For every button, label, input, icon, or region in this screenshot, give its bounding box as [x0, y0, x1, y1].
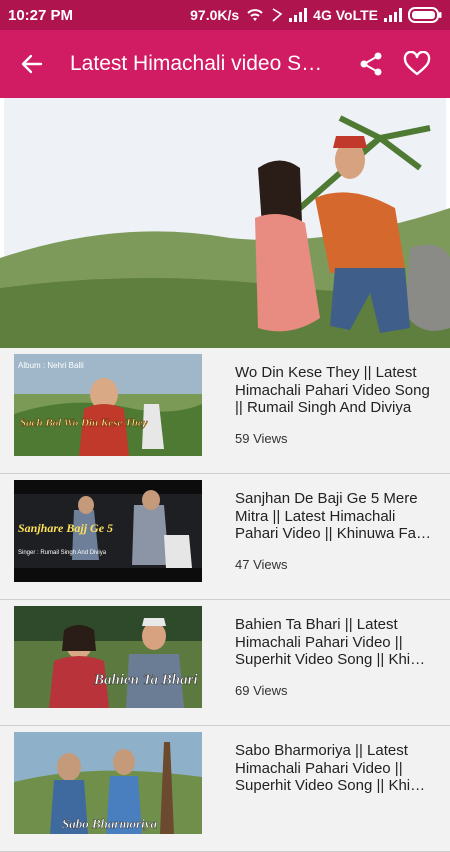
video-thumbnail: Sabo Bharmoriya [14, 732, 202, 834]
wifi-icon [247, 9, 263, 21]
thumbnail-caption: Sabo Bharmoriya [62, 816, 157, 831]
thumbnail-image: Sabo Bharmoriya [14, 732, 202, 834]
share-icon [360, 52, 382, 76]
video-thumbnail: Bahien Ta Bhari [14, 606, 202, 708]
thumbnail-caption: Sach Bol Wo Din Kese They [20, 417, 148, 429]
thumbnail-image: Album : Nehri Balli Sach Bol Wo Din Kese… [14, 354, 202, 456]
favorite-button[interactable] [394, 30, 440, 98]
thumbnail-sub-text: Singer : Rumail Singh And Diviya [18, 550, 107, 556]
video-title: Bahien Ta Bhari || Latest Himachali Paha… [235, 616, 426, 668]
video-list-item[interactable]: Sabo Bharmoriya Sabo Bharmoriya || Lates… [0, 726, 450, 852]
app-bar: Latest Himachali video S… [0, 30, 450, 98]
video-views: 69 Views [235, 683, 288, 698]
thumbnail-caption: Sanjhare Bajj Ge 5 [18, 521, 113, 535]
video-title: Wo Din Kese They || Latest Himachali Pah… [235, 364, 430, 416]
video-player[interactable] [0, 98, 450, 348]
video-thumbnail: Sanjhare Bajj Ge 5 Singer : Rumail Singh… [14, 480, 202, 582]
battery-icon [408, 7, 442, 23]
thumbnail-caption: Bahien Ta Bhari [93, 672, 198, 688]
heart-outline-icon [403, 51, 431, 76]
thumbnail-album-text: Album : Nehri Balli [18, 361, 84, 370]
video-list-item[interactable]: Album : Nehri Balli Sach Bol Wo Din Kese… [0, 348, 450, 474]
network-speed: 97.0K/s [190, 7, 240, 23]
video-list: Album : Nehri Balli Sach Bol Wo Din Kese… [0, 348, 450, 852]
vibrate-icon [272, 8, 283, 22]
thumbnail-image: Bahien Ta Bhari [14, 606, 202, 708]
arrow-left-icon [21, 54, 43, 74]
page-title: Latest Himachali video S… [70, 52, 323, 75]
video-preview-image [0, 98, 450, 348]
video-views: 47 Views [235, 557, 288, 572]
signal-icon [289, 8, 308, 22]
status-icons: 97.0K/s 4G VoLTE [190, 7, 442, 23]
video-title: Sabo Bharmoriya || Latest Himachali Paha… [235, 742, 426, 794]
video-title: Sanjhan De Baji Ge 5 Mere Mitra || Lates… [235, 490, 431, 542]
share-button[interactable] [348, 30, 394, 98]
status-bar: 10:27 PM 97.0K/s 4G VoLTE [0, 0, 450, 30]
status-time: 10:27 PM [8, 6, 74, 24]
back-button[interactable] [0, 30, 64, 98]
signal-icon-2 [384, 8, 402, 22]
video-list-item[interactable]: Bahien Ta Bhari Bahien Ta Bhari || Lates… [0, 600, 450, 726]
video-list-item[interactable]: Sanjhare Bajj Ge 5 Singer : Rumail Singh… [0, 474, 450, 600]
video-thumbnail: Album : Nehri Balli Sach Bol Wo Din Kese… [14, 354, 202, 456]
network-type: 4G VoLTE [313, 7, 378, 23]
video-views: 59 Views [235, 431, 288, 446]
thumbnail-image: Sanjhare Bajj Ge 5 Singer : Rumail Singh… [14, 480, 202, 582]
